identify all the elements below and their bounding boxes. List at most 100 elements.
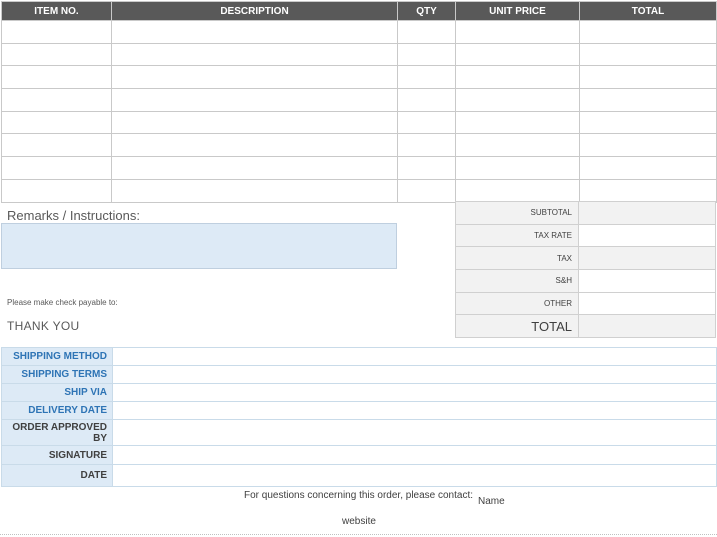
total-cell[interactable] bbox=[579, 65, 717, 90]
date-label: DATE bbox=[1, 464, 113, 487]
delivery-date-label: DELIVERY DATE bbox=[1, 401, 113, 420]
subtotal-label: SUBTOTAL bbox=[455, 201, 579, 225]
table-row bbox=[1, 65, 717, 90]
header-description: DESCRIPTION bbox=[111, 1, 398, 21]
unit-price-cell[interactable] bbox=[455, 133, 580, 158]
qty-cell[interactable] bbox=[397, 178, 456, 203]
sh-label: S&H bbox=[455, 269, 579, 293]
contact-name: Name bbox=[478, 496, 505, 507]
total-cell[interactable] bbox=[579, 156, 717, 180]
description-cell[interactable] bbox=[111, 133, 398, 158]
description-cell[interactable] bbox=[111, 156, 398, 180]
total-cell[interactable] bbox=[579, 178, 717, 203]
contact-text: For questions concerning this order, ple… bbox=[244, 490, 474, 501]
shipping-table: SHIPPING METHOD SHIPPING TERMS SHIP VIA … bbox=[1, 347, 717, 487]
shipping-row: SIGNATURE bbox=[1, 445, 717, 465]
totals-row-subtotal: SUBTOTAL bbox=[455, 201, 716, 225]
qty-cell[interactable] bbox=[397, 20, 456, 44]
bottom-divider bbox=[0, 534, 717, 535]
unit-price-cell[interactable] bbox=[455, 88, 580, 112]
item-no-cell[interactable] bbox=[1, 133, 112, 158]
totals-row-tax: TAX bbox=[455, 246, 716, 271]
totals-row-total: TOTAL bbox=[455, 314, 716, 339]
qty-cell[interactable] bbox=[397, 156, 456, 180]
qty-cell[interactable] bbox=[397, 88, 456, 112]
unit-price-cell[interactable] bbox=[455, 20, 580, 44]
item-no-cell[interactable] bbox=[1, 156, 112, 180]
total-value bbox=[578, 314, 716, 339]
tax-rate-value[interactable] bbox=[578, 223, 716, 248]
table-row bbox=[1, 88, 717, 112]
unit-price-cell[interactable] bbox=[455, 110, 580, 135]
other-value[interactable] bbox=[578, 291, 716, 316]
table-row bbox=[1, 42, 717, 67]
remarks-input[interactable] bbox=[1, 223, 397, 269]
shipping-row: SHIP VIA bbox=[1, 383, 717, 402]
unit-price-cell[interactable] bbox=[455, 65, 580, 90]
description-cell[interactable] bbox=[111, 178, 398, 203]
qty-cell[interactable] bbox=[397, 110, 456, 135]
item-no-cell[interactable] bbox=[1, 178, 112, 203]
ship-via-field[interactable] bbox=[112, 383, 717, 402]
description-cell[interactable] bbox=[111, 20, 398, 44]
item-no-cell[interactable] bbox=[1, 110, 112, 135]
total-cell[interactable] bbox=[579, 42, 717, 67]
description-cell[interactable] bbox=[111, 88, 398, 112]
description-cell[interactable] bbox=[111, 42, 398, 67]
qty-cell[interactable] bbox=[397, 65, 456, 90]
qty-cell[interactable] bbox=[397, 133, 456, 158]
total-cell[interactable] bbox=[579, 88, 717, 112]
signature-field[interactable] bbox=[112, 445, 717, 465]
header-unit-price: UNIT PRICE bbox=[455, 1, 580, 21]
sh-value[interactable] bbox=[578, 269, 716, 293]
tax-label: TAX bbox=[455, 246, 579, 271]
table-row bbox=[1, 178, 717, 203]
shipping-row: DATE bbox=[1, 464, 717, 487]
delivery-date-field[interactable] bbox=[112, 401, 717, 420]
ship-via-label: SHIP VIA bbox=[1, 383, 113, 402]
header-qty: QTY bbox=[397, 1, 456, 21]
table-row bbox=[1, 156, 717, 180]
item-no-cell[interactable] bbox=[1, 20, 112, 44]
other-label: OTHER bbox=[455, 291, 579, 316]
signature-label: SIGNATURE bbox=[1, 445, 113, 465]
description-cell[interactable] bbox=[111, 110, 398, 135]
unit-price-cell[interactable] bbox=[455, 178, 580, 203]
total-cell[interactable] bbox=[579, 110, 717, 135]
unit-price-cell[interactable] bbox=[455, 42, 580, 67]
shipping-terms-label: SHIPPING TERMS bbox=[1, 365, 113, 384]
shipping-row: SHIPPING METHOD bbox=[1, 347, 717, 366]
shipping-row: SHIPPING TERMS bbox=[1, 365, 717, 384]
items-table: ITEM NO. DESCRIPTION QTY UNIT PRICE TOTA… bbox=[1, 1, 717, 203]
item-no-cell[interactable] bbox=[1, 42, 112, 67]
unit-price-cell[interactable] bbox=[455, 156, 580, 180]
totals-row-tax-rate: TAX RATE bbox=[455, 223, 716, 248]
description-cell[interactable] bbox=[111, 65, 398, 90]
table-row bbox=[1, 20, 717, 44]
total-cell[interactable] bbox=[579, 20, 717, 44]
total-label: TOTAL bbox=[455, 314, 579, 339]
order-approved-by-field[interactable] bbox=[112, 419, 717, 446]
total-cell[interactable] bbox=[579, 133, 717, 158]
totals-row-sh: S&H bbox=[455, 269, 716, 293]
date-field[interactable] bbox=[112, 464, 717, 487]
subtotal-value bbox=[578, 201, 716, 225]
remarks-label: Remarks / Instructions: bbox=[7, 208, 140, 223]
totals-table: SUBTOTAL TAX RATE TAX S&H OTHER TOTAL bbox=[455, 201, 716, 339]
shipping-method-field[interactable] bbox=[112, 347, 717, 366]
table-row bbox=[1, 133, 717, 158]
item-no-cell[interactable] bbox=[1, 65, 112, 90]
order-approved-by-label: ORDER APPROVED BY bbox=[1, 419, 113, 446]
qty-cell[interactable] bbox=[397, 42, 456, 67]
totals-row-other: OTHER bbox=[455, 291, 716, 316]
thank-you-text: THANK YOU bbox=[7, 319, 80, 333]
table-row bbox=[1, 110, 717, 135]
payable-label: Please make check payable to: bbox=[7, 298, 118, 307]
item-no-cell[interactable] bbox=[1, 88, 112, 112]
shipping-terms-field[interactable] bbox=[112, 365, 717, 384]
header-item-no: ITEM NO. bbox=[1, 1, 112, 21]
header-total: TOTAL bbox=[579, 1, 717, 21]
shipping-row: DELIVERY DATE bbox=[1, 401, 717, 420]
items-header-row: ITEM NO. DESCRIPTION QTY UNIT PRICE TOTA… bbox=[1, 1, 717, 21]
tax-value bbox=[578, 246, 716, 271]
